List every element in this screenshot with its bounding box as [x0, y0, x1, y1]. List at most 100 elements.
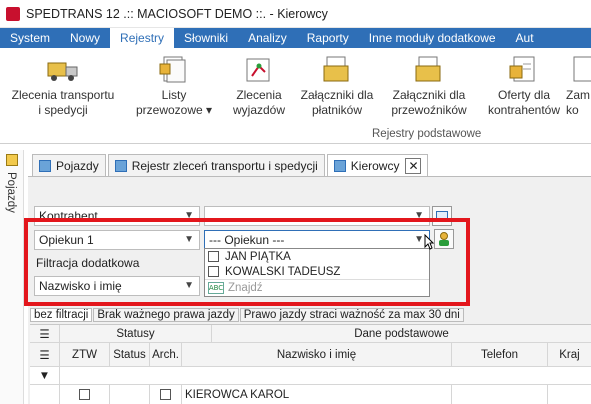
menu-raporty[interactable]: Raporty: [297, 28, 359, 48]
option-checkbox[interactable]: [208, 266, 219, 277]
tab-label: Rejestr zleceń transportu i spedycji: [131, 158, 318, 173]
ribbon-label: Oferty dla: [497, 88, 551, 102]
ribbon-listy-przewozowe-button[interactable]: Listy przewozowe ▾: [134, 54, 214, 118]
group-header-statusy: Statusy: [60, 325, 212, 342]
ribbon-zalaczniki-platnikow-button[interactable]: Załączniki dla płatników: [294, 54, 380, 118]
ribbon-zlecenia-wyjazdow-button[interactable]: Zlecenia wyjazdów: [224, 54, 294, 118]
dropdown-search-input[interactable]: ABC Znajdź: [205, 279, 429, 296]
filter-field-label: Opiekun 1: [39, 233, 94, 247]
option-checkbox[interactable]: [208, 251, 219, 262]
filter-field-select-2[interactable]: Opiekun 1 ▼: [34, 230, 200, 250]
document-tabs: Pojazdy Rejestr zleceń transportu i sped…: [32, 154, 430, 176]
menu-aut[interactable]: Aut: [506, 28, 544, 48]
title-bar: SPEDTRANS 12 .:: MACIOSOFT DEMO ::. - Ki…: [0, 0, 591, 28]
chevron-down-icon: ▼: [184, 210, 194, 221]
tab-brak-prawa-jazdy[interactable]: Brak ważnego prawa jazdy: [93, 308, 239, 322]
option-label: KOWALSKI TADEUSZ: [225, 265, 341, 278]
row-arch-cell[interactable]: [150, 385, 182, 404]
drivers-grid: ☰ Statusy Dane podstawowe ☰ ZTW Status A…: [30, 324, 591, 404]
list-icon: [436, 211, 448, 221]
ribbon-label: Załączniki dla: [392, 88, 466, 102]
attachment-folder-icon: [321, 54, 353, 84]
ribbon-label: Zlecenia transportu: [11, 88, 115, 102]
dropdown-option[interactable]: KOWALSKI TADEUSZ: [205, 264, 429, 279]
tab-pojazdy[interactable]: Pojazdy: [32, 154, 106, 176]
menu-rejestry[interactable]: Rejestry: [110, 28, 175, 48]
menu-system[interactable]: System: [0, 28, 60, 48]
filter-options-button[interactable]: [432, 206, 452, 226]
ribbon-label: Zlecenia: [236, 88, 282, 102]
ribbon-label: Załączniki dla: [300, 88, 374, 102]
ribbon-group-label: Rejestry podstawowe: [372, 128, 482, 140]
menu-inne-moduly[interactable]: Inne moduły dodatkowe: [359, 28, 506, 48]
opiekun-dropdown-list: JAN PIĄTKA KOWALSKI TADEUSZ ABC Znajdź: [204, 248, 430, 297]
chevron-down-icon: ▼: [184, 234, 194, 245]
ribbon-label: ko: [566, 103, 579, 117]
menu-analizy[interactable]: Analizy: [238, 28, 297, 48]
filter-field-select-1[interactable]: Kontrahent ▼: [34, 206, 200, 226]
truck-icon: [47, 54, 79, 84]
ribbon-label: kontrahentów: [487, 103, 561, 117]
filter-value: --- Opiekun ---: [209, 233, 285, 247]
column-arch[interactable]: Arch.: [150, 343, 182, 366]
group-header-dane: Dane podstawowe: [354, 327, 449, 340]
ribbon-oferty-kontrahentow-button[interactable]: Oferty dla kontrahentów: [484, 54, 564, 118]
ribbon: Zlecenia transportu i spedycji Listy prz…: [0, 48, 591, 144]
column-ztw[interactable]: ZTW: [60, 343, 110, 366]
row-ztw-cell[interactable]: [60, 385, 110, 404]
archive-checkbox[interactable]: [160, 389, 171, 400]
row-status-cell: [110, 385, 150, 404]
filter-icon[interactable]: ▼: [30, 367, 60, 384]
tab-icon: [114, 159, 127, 172]
opiekun-select[interactable]: --- Opiekun --- ▼: [204, 230, 430, 250]
ribbon-zalaczniki-przewoznikow-button[interactable]: Załączniki dla przewoźników: [384, 54, 474, 118]
tab-prawo-jazdy-30-dni[interactable]: Prawo jazdy straci ważność za max 30 dni: [239, 308, 464, 322]
column-phone[interactable]: Telefon: [452, 343, 548, 366]
column-name[interactable]: Nazwisko i imię: [182, 343, 452, 366]
select-user-button[interactable]: [434, 229, 454, 249]
documents-icon: [158, 54, 190, 84]
grid-filter-row[interactable]: ▼: [30, 367, 591, 385]
tab-label: Pojazdy: [56, 158, 99, 173]
option-label: JAN PIĄTKA: [225, 250, 291, 263]
ribbon-label: płatników: [311, 103, 363, 117]
search-placeholder: Znajdź: [228, 282, 263, 294]
column-status[interactable]: Status: [110, 343, 150, 366]
table-row[interactable]: KIEROWCA KAROL: [30, 385, 591, 404]
dropdown-option[interactable]: JAN PIĄTKA: [205, 249, 429, 264]
tab-icon: [39, 159, 51, 172]
ribbon-zamowienia-button[interactable]: Zam ko: [566, 54, 591, 118]
filter-tabs: bez filtracji Brak ważnego prawa jazdy P…: [30, 308, 465, 322]
row-indicator: [30, 385, 60, 404]
column-chooser-icon[interactable]: ☰: [30, 343, 60, 366]
tab-rejestr-zlecen[interactable]: Rejestr zleceń transportu i spedycji: [107, 154, 325, 176]
ztw-checkbox[interactable]: [79, 389, 90, 400]
ribbon-label: przewozowe ▾: [135, 103, 213, 117]
user-icon: [439, 232, 449, 246]
filter-field-label: Kontrahent: [39, 209, 98, 223]
close-tab-icon[interactable]: ✕: [405, 157, 422, 174]
ribbon-label: i spedycji: [38, 103, 88, 117]
chevron-down-icon: ▼: [184, 280, 194, 291]
abc-search-icon: ABC: [208, 282, 224, 294]
additional-filter-select[interactable]: Nazwisko i imię ▼: [34, 276, 200, 296]
menu-nowy[interactable]: Nowy: [60, 28, 110, 48]
vehicles-icon: [6, 154, 18, 166]
menu-slowniki[interactable]: Słowniki: [174, 28, 238, 48]
offer-icon: [508, 54, 540, 84]
attachment-folder-icon: [413, 54, 445, 84]
filter-value-select-1[interactable]: ▼: [204, 206, 430, 226]
grid-band-header: ☰ Statusy Dane podstawowe: [30, 325, 591, 343]
side-panel-pojazdy[interactable]: Pojazdy: [0, 150, 24, 404]
mouse-cursor-icon: [424, 234, 434, 250]
ribbon-label: Listy: [161, 88, 187, 102]
chevron-down-icon: ▼: [414, 234, 424, 245]
tab-label: Kierowcy: [350, 158, 400, 173]
menu-bar: System Nowy Rejestry Słowniki Analizy Ra…: [0, 28, 591, 48]
tab-kierowcy[interactable]: Kierowcy ✕: [326, 154, 429, 176]
ribbon-zlecenia-transportu-button[interactable]: Zlecenia transportu i spedycji: [8, 54, 118, 118]
tab-bez-filtracji[interactable]: bez filtracji: [30, 308, 93, 322]
grid-menu-icon[interactable]: ☰: [30, 325, 60, 342]
column-country[interactable]: Kraj: [548, 343, 591, 366]
row-name-cell: KIEROWCA KAROL: [182, 385, 452, 404]
